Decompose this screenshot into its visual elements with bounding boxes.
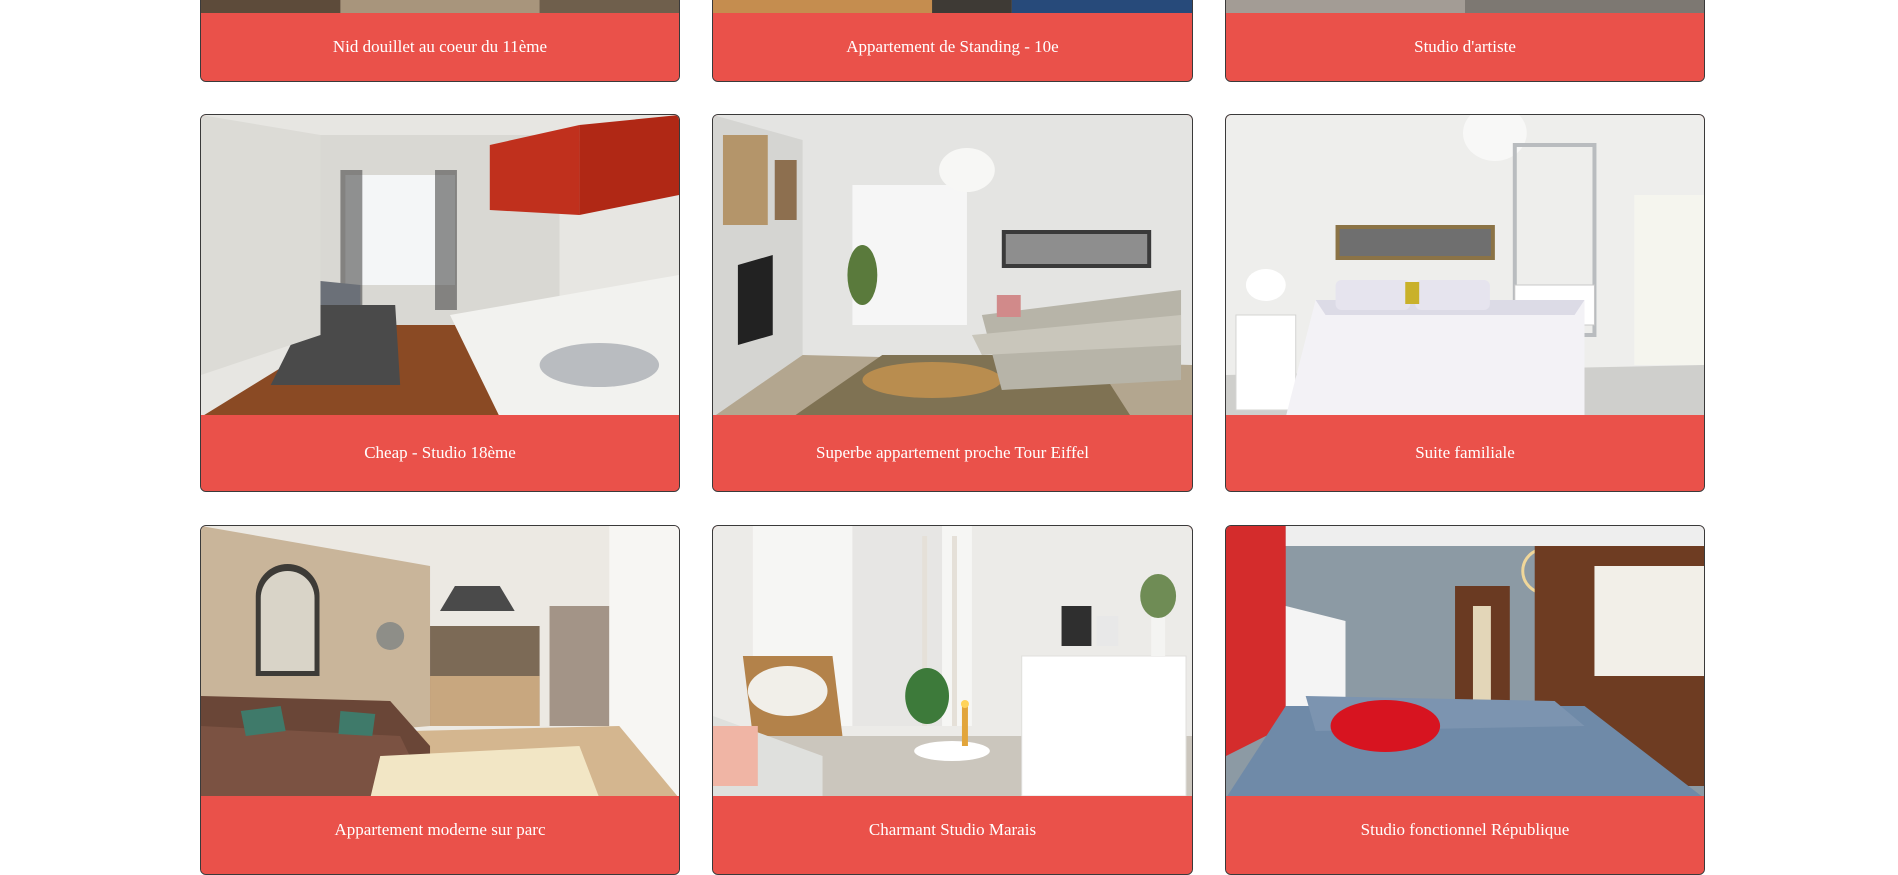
listing-photo[interactable] [1226, 526, 1704, 798]
listing-title[interactable]: Cheap - Studio 18ème [201, 415, 679, 491]
listing-grid: Nid douillet au coeur du 11ème Apparteme… [0, 0, 1898, 875]
listing-card-2[interactable]: Studio d'artiste [1225, 0, 1705, 82]
listing-title[interactable]: Studio d'artiste [1226, 13, 1704, 81]
listing-title[interactable]: Appartement de Standing - 10e [713, 13, 1192, 81]
listing-card-8[interactable]: Studio fonctionnel République [1225, 525, 1705, 875]
listing-photo[interactable] [1226, 115, 1704, 417]
listing-title[interactable]: Nid douillet au coeur du 11ème [201, 13, 679, 81]
listing-card-7[interactable]: Charmant Studio Marais [712, 525, 1193, 875]
listing-photo[interactable] [713, 526, 1192, 798]
listing-title[interactable]: Charmant Studio Marais [713, 796, 1192, 874]
listing-photo[interactable] [201, 115, 679, 417]
listing-title[interactable]: Appartement moderne sur parc [201, 796, 679, 874]
listing-card-1[interactable]: Appartement de Standing - 10e [712, 0, 1193, 82]
listing-title[interactable]: Studio fonctionnel République [1226, 796, 1704, 874]
listing-card-0[interactable]: Nid douillet au coeur du 11ème [200, 0, 680, 82]
listing-card-4[interactable]: Superbe appartement proche Tour Eiffel [712, 114, 1193, 492]
listing-title[interactable]: Suite familiale [1226, 415, 1704, 491]
listing-title[interactable]: Superbe appartement proche Tour Eiffel [713, 415, 1192, 491]
listing-photo[interactable] [201, 526, 679, 798]
listing-photo[interactable] [713, 115, 1192, 417]
listing-card-6[interactable]: Appartement moderne sur parc [200, 525, 680, 875]
listing-card-5[interactable]: Suite familiale [1225, 114, 1705, 492]
listing-card-3[interactable]: Cheap - Studio 18ème [200, 114, 680, 492]
